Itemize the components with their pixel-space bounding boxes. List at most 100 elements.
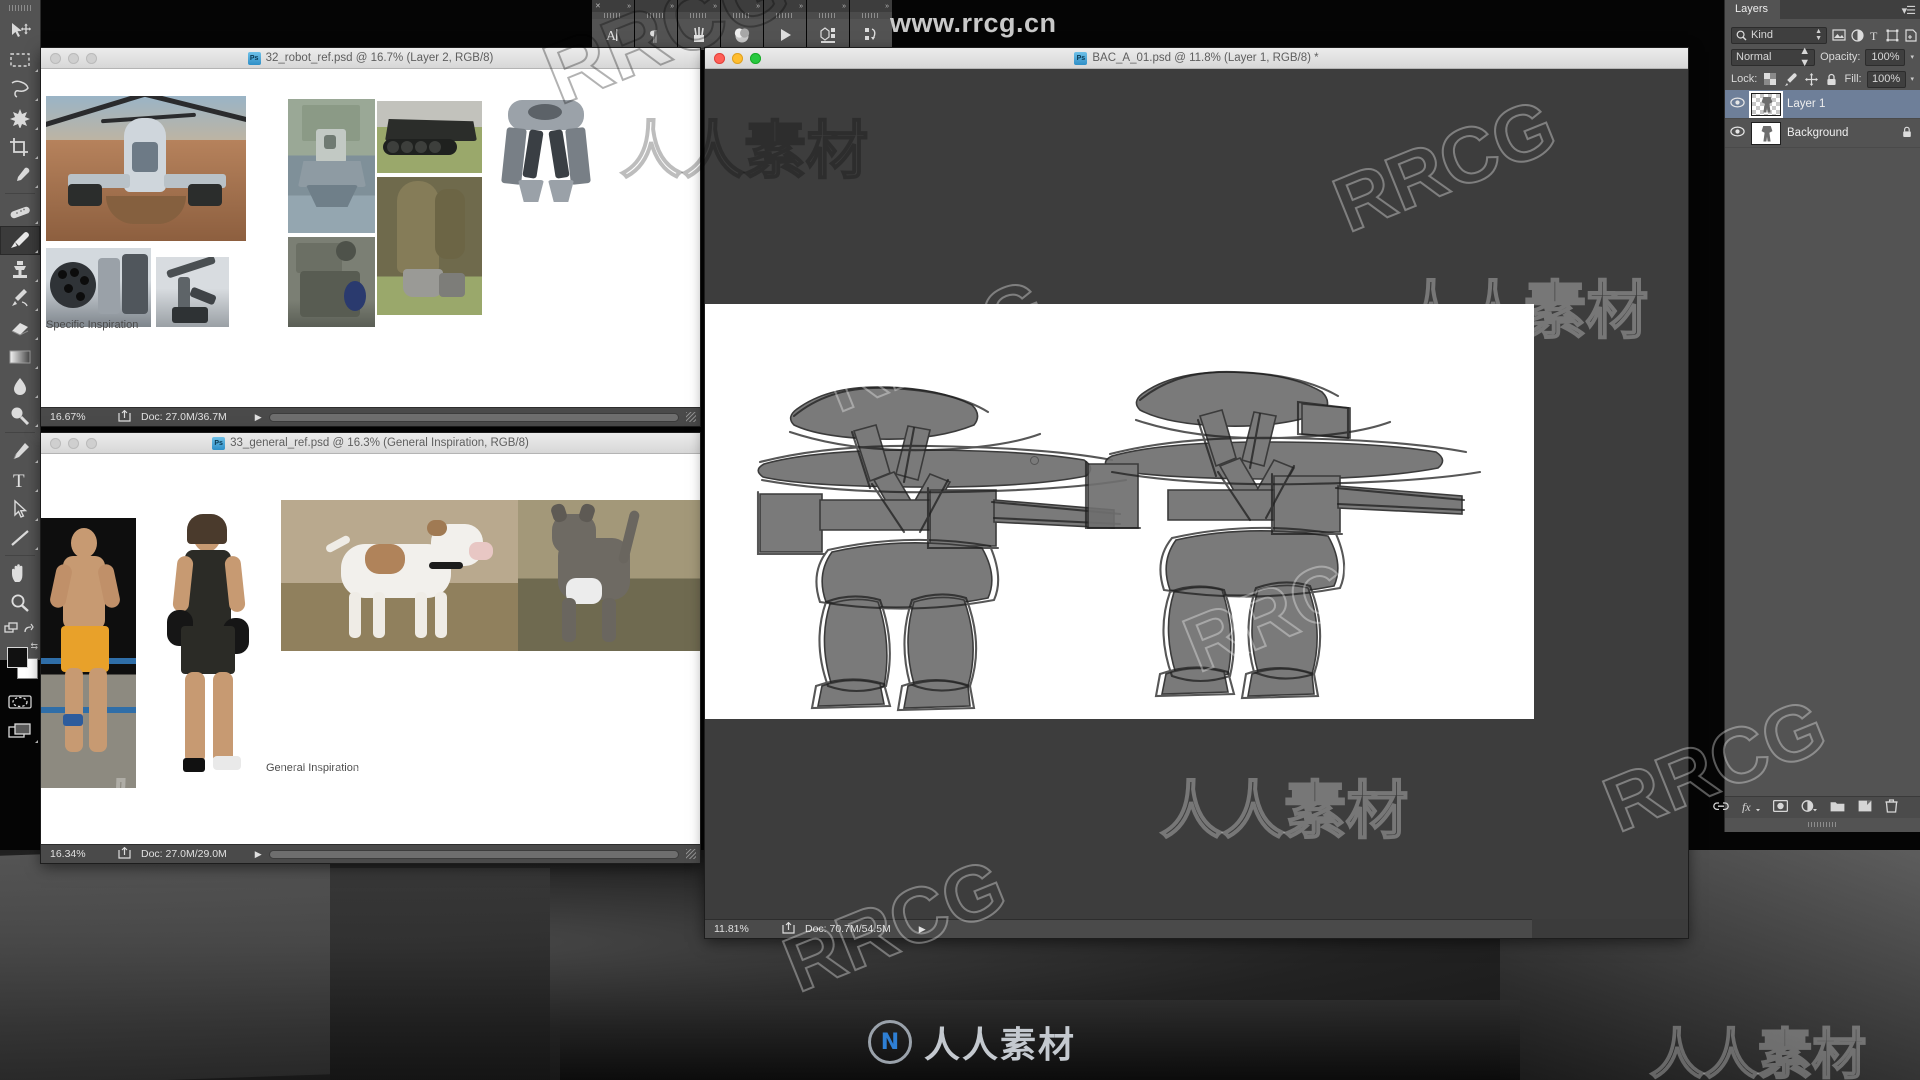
chevron-updown-icon[interactable]: ▲ ▼ (1815, 28, 1822, 42)
new-group-icon[interactable] (1830, 800, 1845, 815)
layer-filter-row[interactable]: Kind ▲ ▼ T (1725, 24, 1920, 46)
lock-fill-row[interactable]: Lock: Fill: 100% ▾ (1725, 68, 1920, 90)
pen-tool[interactable] (0, 436, 40, 465)
3d-panel-icon[interactable] (807, 19, 849, 50)
character-panel-icon[interactable]: A (592, 19, 634, 50)
dock-column-timeline[interactable]: » (764, 0, 806, 50)
brush-tool[interactable] (0, 226, 40, 255)
lasso-tool[interactable] (0, 74, 40, 103)
hand-tool[interactable] (0, 559, 40, 588)
expand-dock-icon[interactable]: » (713, 3, 717, 10)
expand-dock-icon[interactable]: » (842, 3, 846, 10)
expand-dock-icon[interactable]: » (799, 3, 803, 10)
delete-layer-icon[interactable] (1885, 799, 1898, 816)
resize-grip-icon[interactable] (686, 412, 696, 422)
share-icon[interactable] (107, 846, 141, 862)
layer-visibility-icon[interactable] (1729, 126, 1745, 140)
zoom-level-robot-ref[interactable]: 16.67% (45, 411, 107, 423)
title-bar-bac-a[interactable]: Ps BAC_A_01.psd @ 11.8% (Layer 1, RGB/8)… (705, 48, 1688, 69)
add-layer-mask-icon[interactable] (1772, 799, 1789, 815)
zoom-level-general-ref[interactable]: 16.34% (45, 848, 107, 860)
blur-tool[interactable] (0, 371, 40, 400)
document-window-general-ref[interactable]: Ps 33_general_ref.psd @ 16.3% (General I… (41, 433, 700, 863)
opacity-slider-arrow-icon[interactable]: ▾ (1910, 53, 1914, 61)
adjustment-filter-icon[interactable] (1851, 27, 1864, 44)
layer-name[interactable]: Layer 1 (1787, 98, 1916, 110)
expand-dock-icon[interactable]: » (756, 3, 760, 10)
dock-column-history[interactable]: » (850, 0, 892, 50)
path-selection-tool[interactable] (0, 494, 40, 523)
layer-item-background[interactable]: Background (1725, 119, 1920, 148)
layer-item-layer-1[interactable]: Layer 1 (1725, 90, 1920, 119)
new-layer-icon[interactable] (1858, 800, 1872, 815)
color-panel-icon[interactable] (721, 19, 763, 50)
share-icon[interactable] (107, 409, 141, 425)
healing-brush-tool[interactable] (0, 197, 40, 226)
layer-thumbnail[interactable] (1749, 90, 1783, 118)
canvas-bac-a[interactable] (705, 69, 1688, 919)
title-bar-robot-ref[interactable]: Ps 32_robot_ref.psd @ 16.7% (Layer 2, RG… (41, 48, 700, 69)
resize-grip-icon[interactable] (686, 849, 696, 859)
history-panel-icon[interactable] (850, 19, 892, 50)
lock-position-icon[interactable] (1803, 71, 1819, 87)
layer-visibility-icon[interactable] (1729, 97, 1745, 111)
crop-tool[interactable] (0, 132, 40, 161)
quick-mask-button[interactable] (0, 687, 40, 716)
layer-name[interactable]: Background (1787, 127, 1896, 139)
foreground-color-swatch[interactable] (7, 647, 28, 668)
eyedropper-tool[interactable] (0, 161, 40, 190)
document-window-bac-a[interactable]: Ps BAC_A_01.psd @ 11.8% (Layer 1, RGB/8)… (705, 48, 1688, 938)
chevron-updown-icon[interactable]: ▲ ▼ (1799, 45, 1810, 69)
smartobject-filter-icon[interactable] (1904, 27, 1917, 44)
panel-tab-strip[interactable]: Layers ▾☰ (1725, 0, 1920, 19)
gradient-tool[interactable] (0, 342, 40, 371)
expand-dock-icon[interactable]: » (627, 3, 631, 10)
shape-filter-icon[interactable] (1886, 27, 1899, 44)
add-layer-style-icon[interactable]: fx (1742, 800, 1760, 816)
expand-dock-icon[interactable]: » (670, 3, 674, 10)
status-menu-arrow-icon[interactable]: ▶ (919, 924, 926, 935)
zoom-level-bac-a[interactable]: 11.81% (709, 923, 771, 935)
document-window-robot-ref[interactable]: Ps 32_robot_ref.psd @ 16.7% (Layer 2, RG… (41, 48, 700, 426)
horizontal-scrollbar-general-ref[interactable] (268, 849, 679, 859)
type-tool[interactable]: T (0, 465, 40, 494)
zoom-tool[interactable] (0, 588, 40, 617)
opacity-value-input[interactable]: 100% (1865, 48, 1906, 66)
blend-opacity-row[interactable]: Normal ▲ ▼ Opacity: 100% ▾ (1725, 45, 1920, 69)
lock-all-icon[interactable] (1824, 71, 1840, 87)
line-tool[interactable] (0, 523, 40, 552)
panel-bottom-grip[interactable] (1725, 819, 1920, 830)
layer-thumbnail[interactable] (1751, 121, 1781, 145)
history-brush-tool[interactable] (0, 284, 40, 313)
link-layers-icon[interactable] (1713, 801, 1729, 815)
quick-selection-tool[interactable] (0, 103, 40, 132)
brush-presets-panel-icon[interactable] (678, 19, 720, 50)
dock-column-brushes[interactable]: » (678, 0, 720, 50)
expand-dock-icon[interactable]: » (885, 3, 889, 10)
status-menu-arrow-icon[interactable]: ▶ (255, 412, 262, 423)
move-tool[interactable] (0, 16, 40, 45)
screen-mode-button[interactable] (0, 716, 40, 745)
rectangular-marquee-tool[interactable] (0, 45, 40, 74)
timeline-panel-icon[interactable] (764, 19, 806, 50)
panel-menu-icon[interactable]: ▾☰ (1902, 4, 1916, 17)
layer-filter-kind-select[interactable]: Kind ▲ ▼ (1731, 26, 1827, 44)
canvas-general-ref[interactable]: General Inspiration (41, 454, 700, 844)
lock-image-pixels-icon[interactable] (1783, 71, 1799, 87)
color-swatches[interactable]: ⇆ (0, 641, 40, 687)
close-dock-icon[interactable]: ✕ (595, 3, 601, 10)
fill-slider-arrow-icon[interactable]: ▾ (1911, 75, 1915, 83)
lock-transparent-pixels-icon[interactable] (1762, 71, 1778, 87)
paragraph-panel-icon[interactable]: ¶ (635, 19, 677, 50)
artboard-bac-a[interactable] (705, 304, 1534, 719)
title-bar-general-ref[interactable]: Ps 33_general_ref.psd @ 16.3% (General I… (41, 433, 700, 454)
blend-mode-select[interactable]: Normal ▲ ▼ (1731, 45, 1816, 69)
eraser-tool[interactable] (0, 313, 40, 342)
dock-column-color[interactable]: » (721, 0, 763, 50)
status-menu-arrow-icon[interactable]: ▶ (255, 849, 262, 860)
canvas-robot-ref[interactable]: Specific Inspiration (41, 69, 700, 407)
tools-panel-grip[interactable] (0, 0, 40, 16)
pixel-filter-icon[interactable] (1832, 27, 1846, 44)
edit-toolbar-button[interactable] (0, 617, 40, 641)
dock-column-character[interactable]: ✕ » A (592, 0, 634, 50)
